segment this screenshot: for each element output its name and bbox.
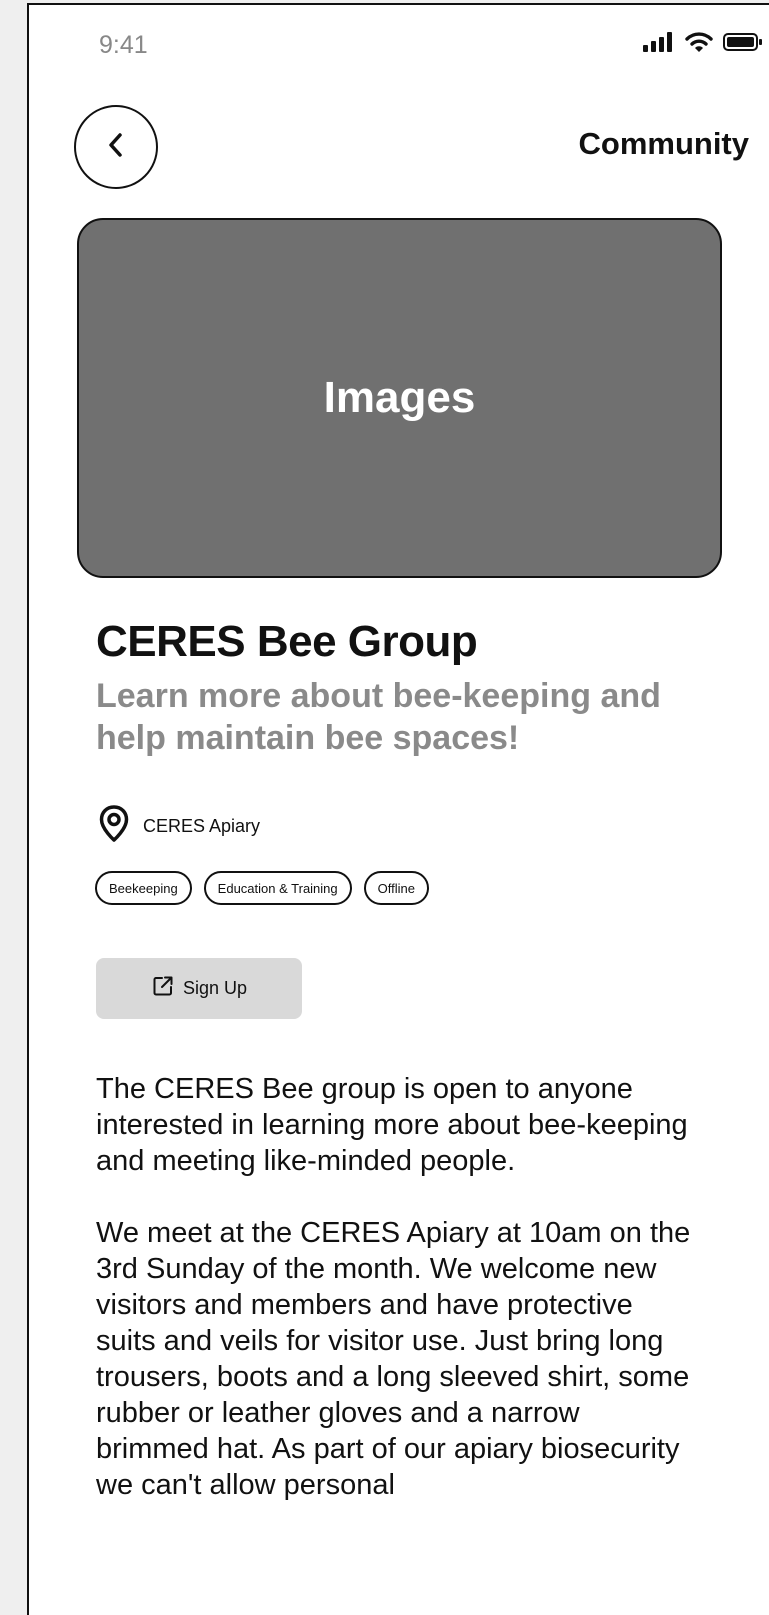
phone-frame: 9:41 Community Images CERES Bee Group Le…	[27, 3, 769, 1615]
group-title: CERES Bee Group	[96, 617, 478, 666]
description-paragraph: The CERES Bee group is open to anyone in…	[96, 1073, 688, 1177]
description-paragraph: We meet at the CERES Apiary at 10am on t…	[96, 1217, 691, 1501]
image-placeholder-label: Images	[323, 373, 476, 422]
back-button[interactable]	[74, 105, 158, 189]
tag-education-training[interactable]: Education & Training	[203, 871, 352, 905]
sign-up-button[interactable]: Sign Up	[96, 958, 302, 1019]
description: The CERES Bee group is open to anyone in…	[96, 1071, 696, 1539]
location-pin-icon	[99, 805, 129, 848]
battery-icon	[723, 32, 763, 52]
signal-icon	[643, 32, 675, 52]
group-subtitle: Learn more about bee-keeping and help ma…	[96, 677, 661, 757]
page-title: Community	[578, 126, 750, 161]
tag-offline[interactable]: Offline	[363, 871, 429, 905]
tag-beekeeping[interactable]: Beekeeping	[95, 871, 192, 905]
tag-list: Beekeeping Education & Training Offline	[95, 871, 429, 905]
status-icons	[643, 31, 763, 53]
location-row: CERES Apiary	[99, 805, 260, 848]
status-time: 9:41	[99, 31, 148, 59]
sign-up-label: Sign Up	[182, 978, 248, 998]
chevron-left-icon	[106, 131, 126, 164]
wifi-icon	[685, 31, 713, 53]
external-link-icon	[151, 974, 175, 1003]
image-carousel[interactable]: Images	[77, 218, 722, 578]
status-bar: 9:41	[29, 5, 769, 85]
location-label: CERES Apiary	[143, 816, 261, 836]
